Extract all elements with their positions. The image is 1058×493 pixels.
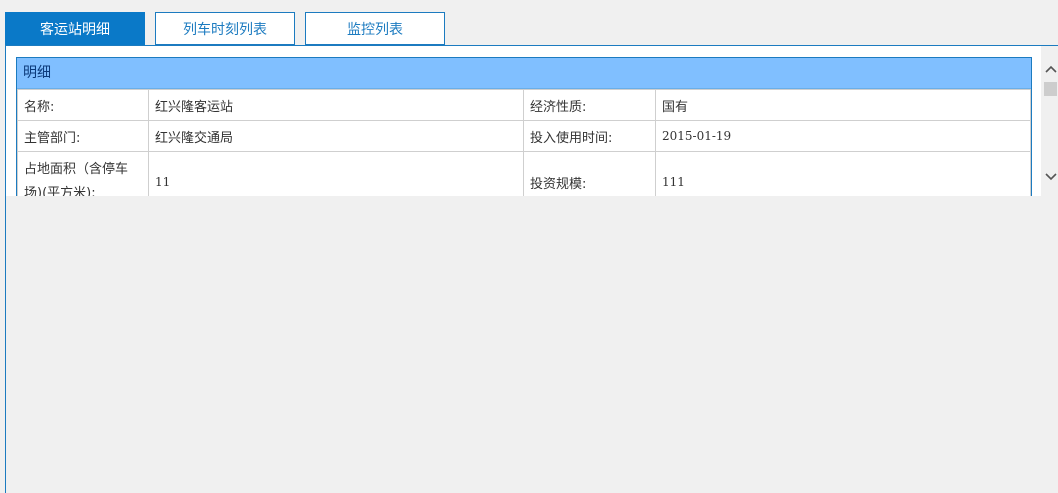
detail-title: 明细 xyxy=(17,58,1031,89)
detail-scroll-area[interactable]: 明细 名称: 红兴隆客运站 经济性质: 国有 主管部门: 红兴隆交通局 投入使用… xyxy=(6,46,1041,196)
area-label-text: 占地面积（含停车场)(平方米): xyxy=(24,162,129,196)
chevron-up-icon[interactable] xyxy=(1042,60,1058,77)
detail-section: 明细 名称: 红兴隆客运站 经济性质: 国有 主管部门: 红兴隆交通局 投入使用… xyxy=(16,57,1032,196)
in-service-date-label: 投入使用时间: xyxy=(523,120,656,152)
economic-nature-label: 经济性质: xyxy=(523,89,656,121)
in-service-date-value: 2015-01-19 xyxy=(655,120,1031,152)
name-label: 名称: xyxy=(17,89,149,121)
tab-content-panel: 明细 名称: 红兴隆客运站 经济性质: 国有 主管部门: 红兴隆交通局 投入使用… xyxy=(5,46,1058,493)
scrollbar-thumb[interactable] xyxy=(1044,82,1057,96)
detail-row: 占地面积（含停车场)(平方米): 11 投资规模: 111 xyxy=(17,151,1031,196)
detail-row: 主管部门: 红兴隆交通局 投入使用时间: 2015-01-19 xyxy=(17,120,1031,152)
economic-nature-value: 国有 xyxy=(655,89,1031,121)
tab-bar: 客运站明细 列车时刻列表 监控列表 xyxy=(0,0,1058,47)
detail-row: 名称: 红兴隆客运站 经济性质: 国有 xyxy=(17,89,1031,121)
vertical-scrollbar[interactable] xyxy=(1042,56,1058,186)
department-label: 主管部门: xyxy=(17,120,149,152)
tab-train-schedule[interactable]: 列车时刻列表 xyxy=(155,12,295,45)
chevron-down-icon[interactable] xyxy=(1042,168,1058,185)
area-value: 11 xyxy=(148,151,524,196)
detail-table: 名称: 红兴隆客运站 经济性质: 国有 主管部门: 红兴隆交通局 投入使用时间:… xyxy=(17,89,1031,196)
name-value: 红兴隆客运站 xyxy=(148,89,524,121)
tab-station-detail[interactable]: 客运站明细 xyxy=(5,12,145,45)
tab-monitor-list[interactable]: 监控列表 xyxy=(305,12,445,45)
area-label: 占地面积（含停车场)(平方米): xyxy=(17,151,149,196)
investment-scale-label: 投资规模: xyxy=(523,151,656,196)
department-value: 红兴隆交通局 xyxy=(148,120,524,152)
investment-scale-value: 111 xyxy=(655,151,1031,196)
